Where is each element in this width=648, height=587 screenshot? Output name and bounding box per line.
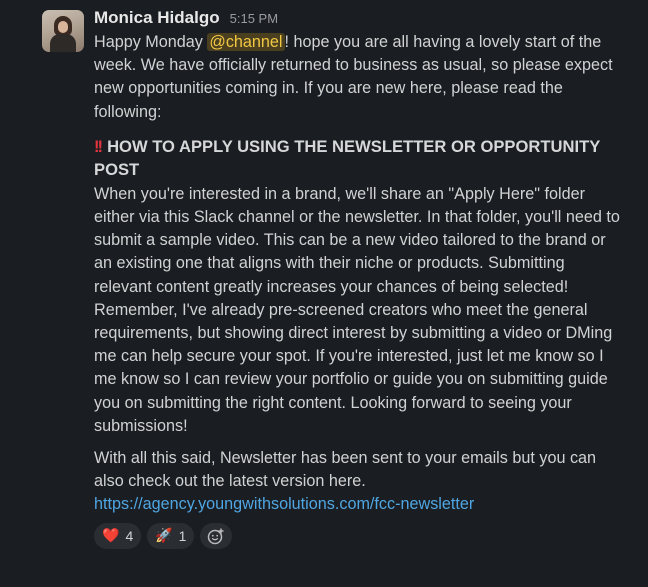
message-header: Monica Hidalgo 5:15 PM bbox=[94, 8, 624, 30]
section-heading: !! HOW TO APPLY USING THE NEWSLETTER OR O… bbox=[94, 135, 624, 182]
intro-prefix: Happy Monday bbox=[94, 33, 208, 51]
reaction-count: 1 bbox=[178, 527, 187, 544]
body-text: When you're interested in a brand, we'll… bbox=[94, 184, 625, 435]
reaction-heart[interactable]: ❤️ 4 bbox=[94, 522, 142, 549]
link-row: https://agency.youngwithsolutions.com/fc… bbox=[94, 493, 624, 516]
add-reaction-button[interactable] bbox=[200, 522, 233, 549]
message-content: Monica Hidalgo 5:15 PM Happy Monday @cha… bbox=[94, 8, 624, 549]
heading-text: HOW TO APPLY USING THE NEWSLETTER OR OPP… bbox=[94, 136, 601, 180]
rocket-icon: 🚀 bbox=[155, 527, 173, 544]
timestamp[interactable]: 5:15 PM bbox=[230, 11, 278, 26]
sender-name[interactable]: Monica Hidalgo bbox=[94, 8, 220, 28]
reaction-rocket[interactable]: 🚀 1 bbox=[147, 522, 195, 549]
closing-text: With all this said, Newsletter has been … bbox=[94, 449, 601, 491]
heart-icon: ❤️ bbox=[102, 527, 120, 544]
reaction-count: 4 bbox=[125, 527, 134, 544]
newsletter-link[interactable]: https://agency.youngwithsolutions.com/fc… bbox=[94, 495, 474, 513]
channel-mention[interactable]: @channel bbox=[207, 33, 285, 51]
intro-text: Happy Monday @channel! hope you are all … bbox=[94, 31, 624, 124]
avatar[interactable] bbox=[42, 10, 84, 52]
reactions-bar: ❤️ 4 🚀 1 bbox=[94, 522, 624, 549]
avatar-face bbox=[58, 21, 68, 33]
avatar-body bbox=[50, 34, 76, 52]
add-reaction-icon bbox=[208, 528, 224, 544]
double-exclamation-icon: !! bbox=[94, 136, 103, 156]
message: Monica Hidalgo 5:15 PM Happy Monday @cha… bbox=[0, 0, 648, 587]
